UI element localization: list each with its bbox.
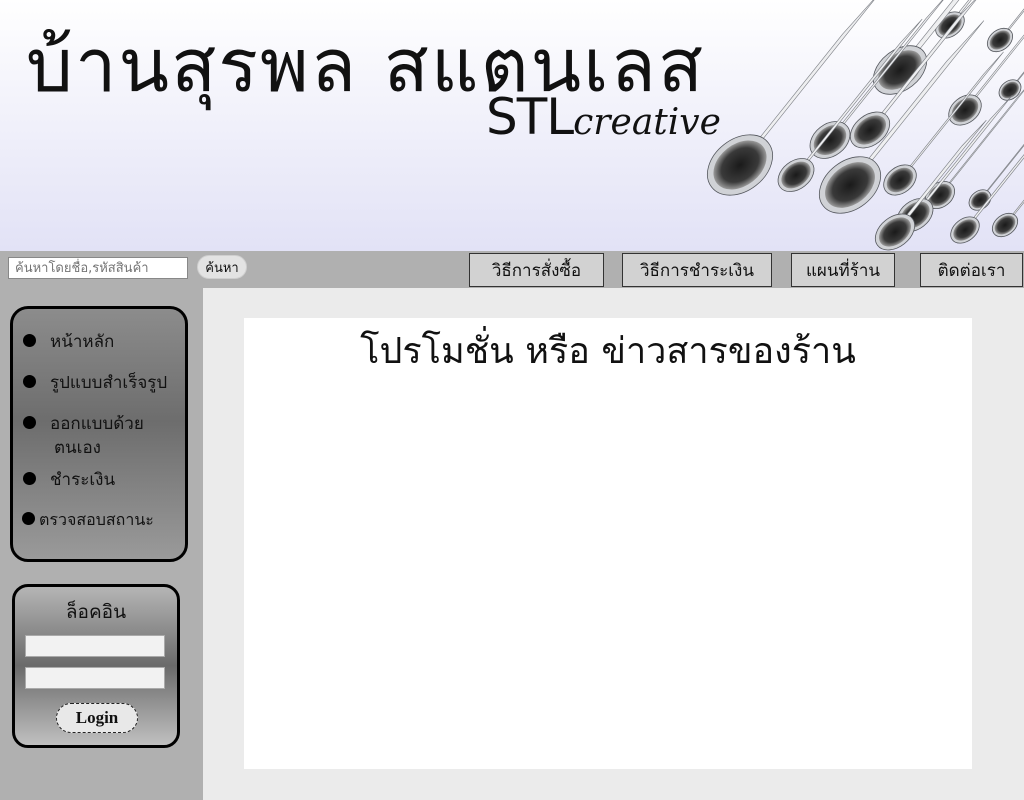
brand-prefix: STL bbox=[486, 88, 574, 146]
bullet-icon bbox=[23, 416, 36, 429]
stainless-pipes-image bbox=[707, 0, 1024, 251]
brand-suffix: creative bbox=[573, 102, 721, 143]
login-title: ล็อคอิน bbox=[65, 601, 127, 623]
bullet-icon bbox=[22, 512, 35, 525]
side-menu: หน้าหลัก รูปแบบสำเร็จรูป ออกแบบด้วย ตนเอง… bbox=[10, 306, 188, 562]
menu-item-payment[interactable]: ชำระเงิน bbox=[23, 468, 115, 492]
header-banner: บ้านสุรพล สแตนเลส STLcreative bbox=[0, 0, 1024, 251]
content-heading: โปรโมชั่น หรือ ข่าวสารของร้าน bbox=[360, 331, 856, 372]
bullet-icon bbox=[23, 334, 36, 347]
bullet-icon bbox=[23, 472, 36, 485]
menu-item-label: ชำระเงิน bbox=[50, 470, 116, 490]
nav-store-map[interactable]: แผนที่ร้าน bbox=[791, 253, 895, 287]
search-button[interactable]: ค้นหา bbox=[197, 255, 247, 279]
menu-item-check-status[interactable]: ตรวจสอบสถานะ bbox=[22, 508, 154, 532]
nav-how-to-order[interactable]: วิธีการสั่งซื้อ bbox=[469, 253, 604, 287]
product-search-input[interactable] bbox=[8, 257, 188, 279]
menu-item-home[interactable]: หน้าหลัก bbox=[23, 330, 114, 354]
username-field[interactable] bbox=[25, 635, 165, 657]
brand-logo-text: STLcreative bbox=[486, 88, 721, 146]
login-panel: ล็อคอิน Login bbox=[12, 584, 180, 748]
menu-item-custom-design[interactable]: ออกแบบด้วย ตนเอง bbox=[23, 412, 144, 460]
login-button[interactable]: Login bbox=[56, 703, 138, 733]
menu-item-label: หน้าหลัก bbox=[50, 332, 115, 352]
password-field[interactable] bbox=[25, 667, 165, 689]
nav-contact-us[interactable]: ติดต่อเรา bbox=[920, 253, 1023, 287]
left-sidebar: หน้าหลัก รูปแบบสำเร็จรูป ออกแบบด้วย ตนเอง… bbox=[0, 288, 203, 800]
top-toolbar: ค้นหา วิธีการสั่งซื้อ วิธีการชำระเงิน แผ… bbox=[0, 251, 1024, 288]
bullet-icon bbox=[23, 375, 36, 388]
menu-item-label: ตรวจสอบสถานะ bbox=[39, 510, 154, 529]
menu-item-label: ออกแบบด้วย ตนเอง bbox=[50, 414, 144, 458]
menu-item-ready-made[interactable]: รูปแบบสำเร็จรูป bbox=[23, 371, 167, 395]
menu-item-label: รูปแบบสำเร็จรูป bbox=[50, 373, 168, 393]
news-content-panel: โปรโมชั่น หรือ ข่าวสารของร้าน bbox=[244, 318, 972, 769]
nav-how-to-pay[interactable]: วิธีการชำระเงิน bbox=[622, 253, 772, 287]
